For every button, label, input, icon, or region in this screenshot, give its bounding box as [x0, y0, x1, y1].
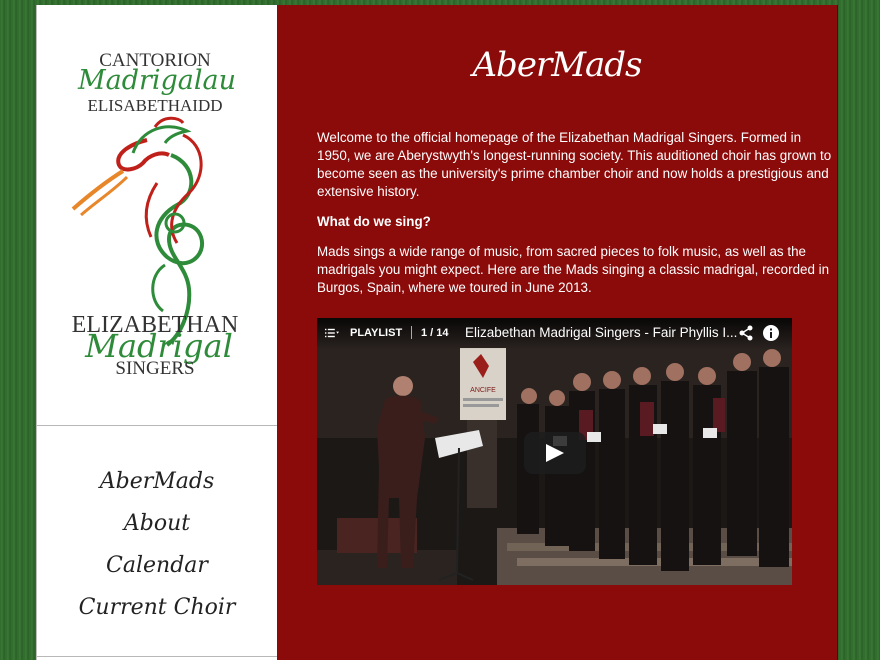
playlist-separator	[411, 326, 412, 339]
nav-item-current-choir[interactable]: Current Choir	[37, 587, 277, 629]
play-icon	[546, 444, 564, 462]
video-title[interactable]: Elizabethan Madrigal Singers - Fair Phyl…	[465, 325, 737, 340]
nav-item-about[interactable]: About	[37, 503, 277, 545]
info-icon[interactable]	[763, 325, 779, 341]
playlist-label[interactable]: PLAYLIST	[350, 327, 402, 339]
play-button[interactable]	[524, 432, 586, 474]
main-content: AberMads Welcome to the official homepag…	[277, 5, 838, 660]
section-heading: What do we sing?	[317, 214, 431, 229]
sidebar: CANTORION Madrigalau ELISABETHAIDD ELIZA…	[36, 5, 278, 660]
content-body: Welcome to the official homepage of the …	[317, 129, 837, 309]
share-icon[interactable]	[738, 325, 754, 341]
intro-paragraph: Welcome to the official homepage of the …	[317, 130, 832, 199]
logo-text-madrigalau: Madrigalau	[77, 65, 236, 96]
logo-text-singers: SINGERS	[115, 358, 194, 379]
dragon-clef-logo-icon	[71, 116, 205, 347]
sidebar-bottom-divider	[37, 656, 277, 657]
logo-text-elisabethaidd: ELISABETHAIDD	[87, 96, 222, 115]
nav-item-calendar[interactable]: Calendar	[37, 545, 277, 587]
nav-item-abermads[interactable]: AberMads	[37, 461, 277, 503]
sidebar-nav: AberMads About Calendar Current Choir	[37, 461, 277, 629]
video-player[interactable]: ANCIFE PLAYLIST 1 / 14 Elizabethan Madri…	[317, 318, 792, 585]
page-title: AberMads	[472, 45, 643, 85]
answer-paragraph: Mads sings a wide range of music, from s…	[317, 244, 830, 295]
playlist-count: 1 / 14	[421, 327, 449, 339]
playlist-icon[interactable]	[325, 327, 339, 339]
banner-text: ANCIFE	[470, 387, 496, 394]
choir-logo[interactable]: CANTORION Madrigalau ELISABETHAIDD ELIZA…	[37, 5, 277, 425]
sidebar-divider	[37, 425, 277, 426]
video-topbar: PLAYLIST 1 / 14 Elizabethan Madrigal Sin…	[317, 318, 792, 350]
